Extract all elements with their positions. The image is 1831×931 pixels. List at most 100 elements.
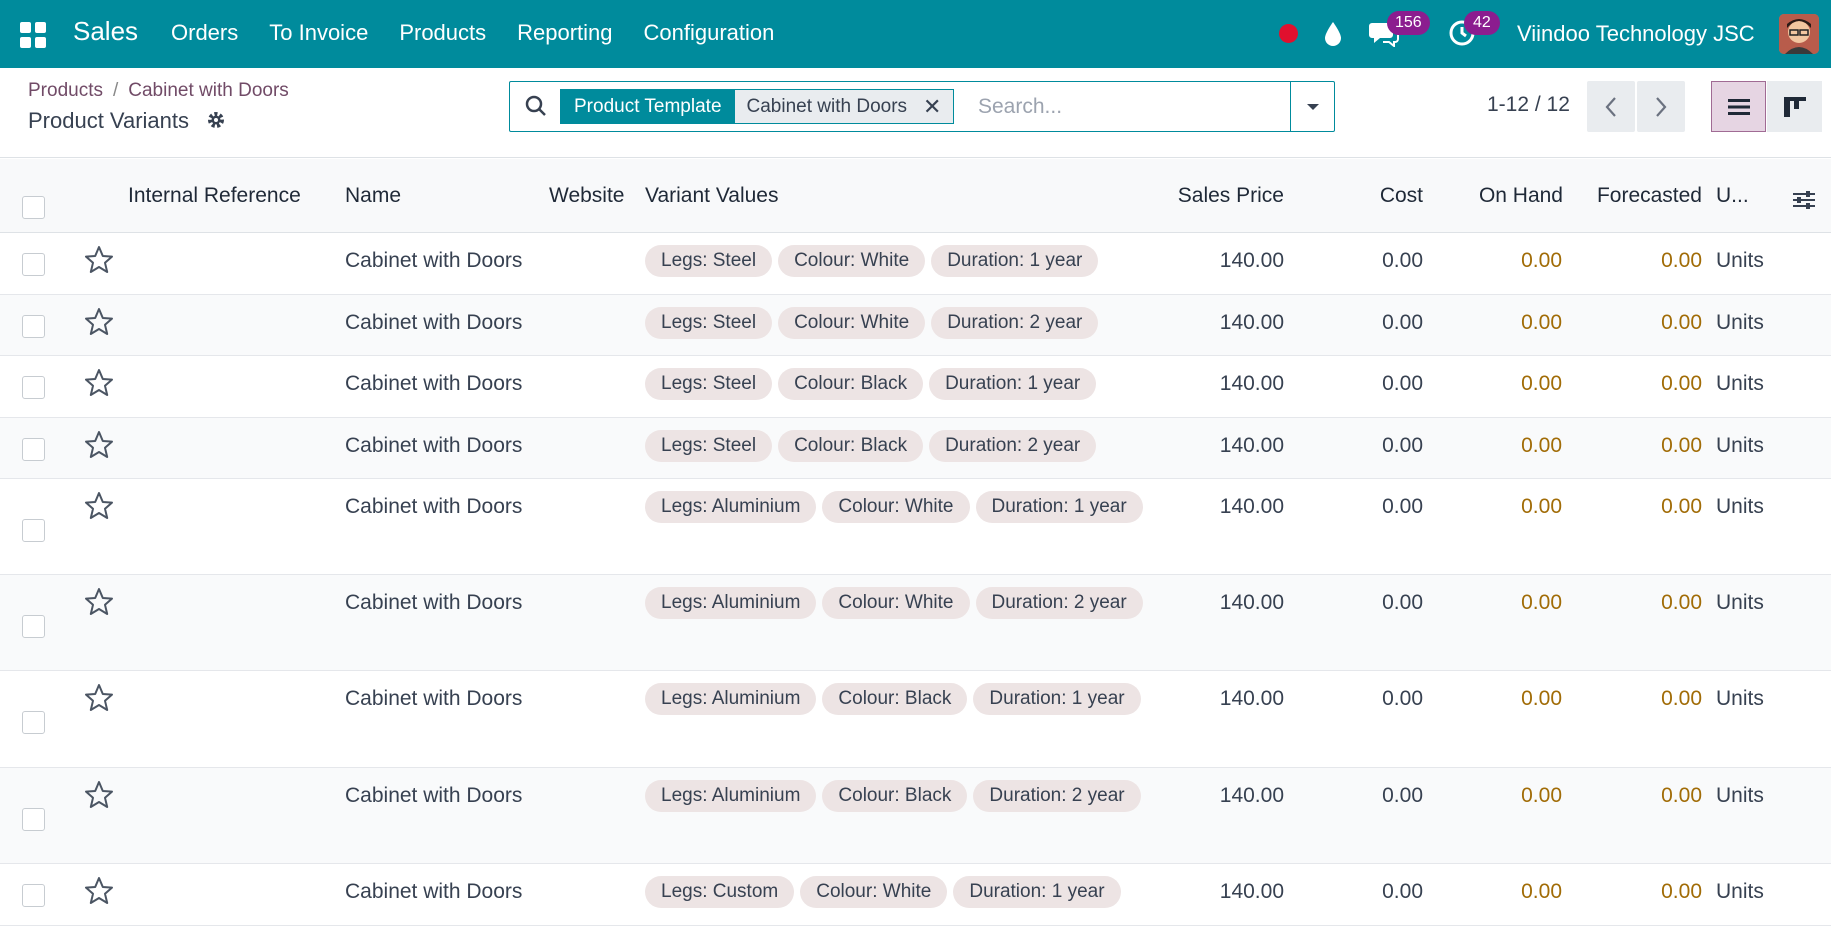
cell-uom: Units	[1716, 249, 1764, 272]
cell-name: Cabinet with Doors	[345, 495, 523, 518]
variant-tag: Colour: White	[778, 245, 926, 277]
variant-tag: Legs: Custom	[645, 876, 795, 908]
user-avatar[interactable]	[1779, 14, 1819, 54]
column-on-hand[interactable]: On Hand	[1440, 184, 1563, 208]
favorite-star-icon[interactable]	[84, 683, 114, 718]
cell-cost: 0.00	[1382, 880, 1423, 903]
cell-sales-price: 140.00	[1219, 249, 1284, 272]
column-internal-reference[interactable]: Internal Reference	[128, 184, 301, 208]
cell-name: Cabinet with Doors	[345, 249, 523, 272]
column-forecasted[interactable]: Forecasted	[1570, 184, 1702, 208]
column-sales-price[interactable]: Sales Price	[1140, 184, 1284, 208]
pager-previous-button[interactable]	[1587, 81, 1635, 132]
search-input[interactable]	[978, 90, 1278, 123]
cell-sales-price: 140.00	[1219, 591, 1284, 614]
search-options-toggle[interactable]	[1290, 82, 1334, 131]
apps-grid-icon[interactable]	[20, 22, 46, 48]
menu-item-products[interactable]: Products	[399, 20, 486, 46]
table-row[interactable]: Cabinet with Doors 140.00 0.00 0.00 0.00 Unit…	[0, 575, 1831, 671]
variant-values: Legs: Steel Colour: White Duration: 1 year	[645, 245, 1150, 277]
column-name[interactable]: Name	[345, 184, 401, 208]
pager-value[interactable]: 1-12 / 12	[1487, 93, 1570, 117]
row-checkbox[interactable]	[22, 711, 45, 734]
table-row[interactable]: Cabinet with Doors 140.00 0.00 0.00 0.00 Unit…	[0, 295, 1831, 356]
variant-tag: Duration: 1 year	[929, 368, 1097, 400]
cell-cost: 0.00	[1382, 372, 1423, 395]
column-settings-icon[interactable]	[1792, 189, 1816, 216]
cell-name: Cabinet with Doors	[345, 311, 523, 334]
menu-item-orders[interactable]: Orders	[171, 20, 238, 46]
list-view-button[interactable]	[1711, 81, 1766, 132]
favorite-star-icon[interactable]	[84, 430, 114, 465]
activities-count-badge: 42	[1464, 11, 1500, 35]
pager-next-button[interactable]	[1637, 81, 1685, 132]
variant-tag: Duration: 1 year	[975, 491, 1143, 523]
table-row[interactable]: Cabinet with Doors 140.00 0.00 0.00 0.00 Unit…	[0, 356, 1831, 418]
table-row[interactable]: Cabinet with Doors 140.00 0.00 0.00 0.00 Unit…	[0, 671, 1831, 768]
favorite-star-icon[interactable]	[84, 245, 114, 280]
row-checkbox[interactable]	[22, 615, 45, 638]
column-uom[interactable]: U...	[1716, 184, 1749, 208]
table-row[interactable]: Cabinet with Doors 140.00 0.00 0.00 0.00 Unit…	[0, 479, 1831, 575]
cell-sales-price: 140.00	[1219, 372, 1284, 395]
table-row[interactable]: Cabinet with Doors 140.00 0.00 0.00 0.00 Unit…	[0, 418, 1831, 479]
cell-sales-price: 140.00	[1219, 311, 1284, 334]
search-facet: Product Template Cabinet with Doors ✕	[560, 89, 955, 124]
favorite-star-icon[interactable]	[84, 780, 114, 815]
breadcrumb: Products / Cabinet with Doors	[28, 80, 289, 102]
kanban-view-button[interactable]	[1767, 81, 1822, 132]
row-checkbox[interactable]	[22, 438, 45, 461]
column-variant-values[interactable]: Variant Values	[645, 184, 778, 208]
water-drop-icon[interactable]	[1322, 20, 1344, 53]
cell-forecasted: 0.00	[1661, 591, 1702, 614]
variant-tag: Legs: Aluminium	[645, 587, 817, 619]
cell-forecasted: 0.00	[1661, 495, 1702, 518]
record-dot-icon[interactable]	[1279, 24, 1298, 43]
favorite-star-icon[interactable]	[84, 587, 114, 622]
gear-icon[interactable]	[206, 110, 226, 135]
cell-uom: Units	[1716, 434, 1764, 457]
row-checkbox[interactable]	[22, 253, 45, 276]
row-checkbox[interactable]	[22, 808, 45, 831]
variant-tag: Duration: 1 year	[953, 876, 1121, 908]
favorite-star-icon[interactable]	[84, 876, 114, 911]
variant-values: Legs: Aluminium Colour: Black Duration: 1 …	[645, 683, 1150, 715]
variant-tag: Colour: Black	[778, 368, 924, 400]
variant-values: Legs: Steel Colour: Black Duration: 1 year	[645, 368, 1150, 400]
chevron-left-icon	[1605, 96, 1616, 117]
cell-name: Cabinet with Doors	[345, 372, 523, 395]
menu-item-configuration[interactable]: Configuration	[644, 20, 775, 46]
breadcrumb-products[interactable]: Products	[28, 80, 103, 101]
table-row[interactable]: Cabinet with Doors 140.00 0.00 0.00 0.00 Unit…	[0, 233, 1831, 295]
chevron-right-icon	[1656, 96, 1667, 117]
company-switcher[interactable]: Viindoo Technology JSC	[1517, 21, 1755, 47]
variant-tag: Colour: Black	[822, 780, 968, 812]
cell-sales-price: 140.00	[1219, 784, 1284, 807]
favorite-star-icon[interactable]	[84, 368, 114, 403]
breadcrumb-cabinet-with-doors[interactable]: Cabinet with Doors	[128, 80, 289, 101]
column-website[interactable]: Website	[549, 184, 624, 208]
row-checkbox[interactable]	[22, 315, 45, 338]
variant-values: Legs: Aluminium Colour: White Duration: 1 …	[645, 491, 1150, 523]
row-checkbox[interactable]	[22, 884, 45, 907]
variant-tag: Legs: Steel	[645, 307, 773, 339]
search-bar: Product Template Cabinet with Doors ✕	[509, 81, 1335, 132]
menu-item-reporting[interactable]: Reporting	[517, 20, 612, 46]
variant-tag: Legs: Aluminium	[645, 683, 817, 715]
select-all-checkbox[interactable]	[22, 196, 45, 219]
favorite-star-icon[interactable]	[84, 307, 114, 342]
table-row[interactable]: Cabinet with Doors 140.00 0.00 0.00 0.00 Unit…	[0, 864, 1831, 926]
cell-on-hand: 0.00	[1521, 880, 1562, 903]
app-name[interactable]: Sales	[73, 16, 138, 47]
cell-name: Cabinet with Doors	[345, 880, 523, 903]
facet-label: Product Template	[561, 90, 735, 123]
row-checkbox[interactable]	[22, 376, 45, 399]
variant-tag: Duration: 2 year	[975, 587, 1143, 619]
row-checkbox[interactable]	[22, 519, 45, 542]
favorite-star-icon[interactable]	[84, 491, 114, 526]
menu-item-to-invoice[interactable]: To Invoice	[269, 20, 368, 46]
column-cost[interactable]: Cost	[1300, 184, 1423, 208]
table-row[interactable]: Cabinet with Doors 140.00 0.00 0.00 0.00 Unit…	[0, 768, 1831, 864]
close-icon[interactable]: ✕	[923, 90, 941, 123]
variant-tag: Colour: White	[822, 587, 970, 619]
